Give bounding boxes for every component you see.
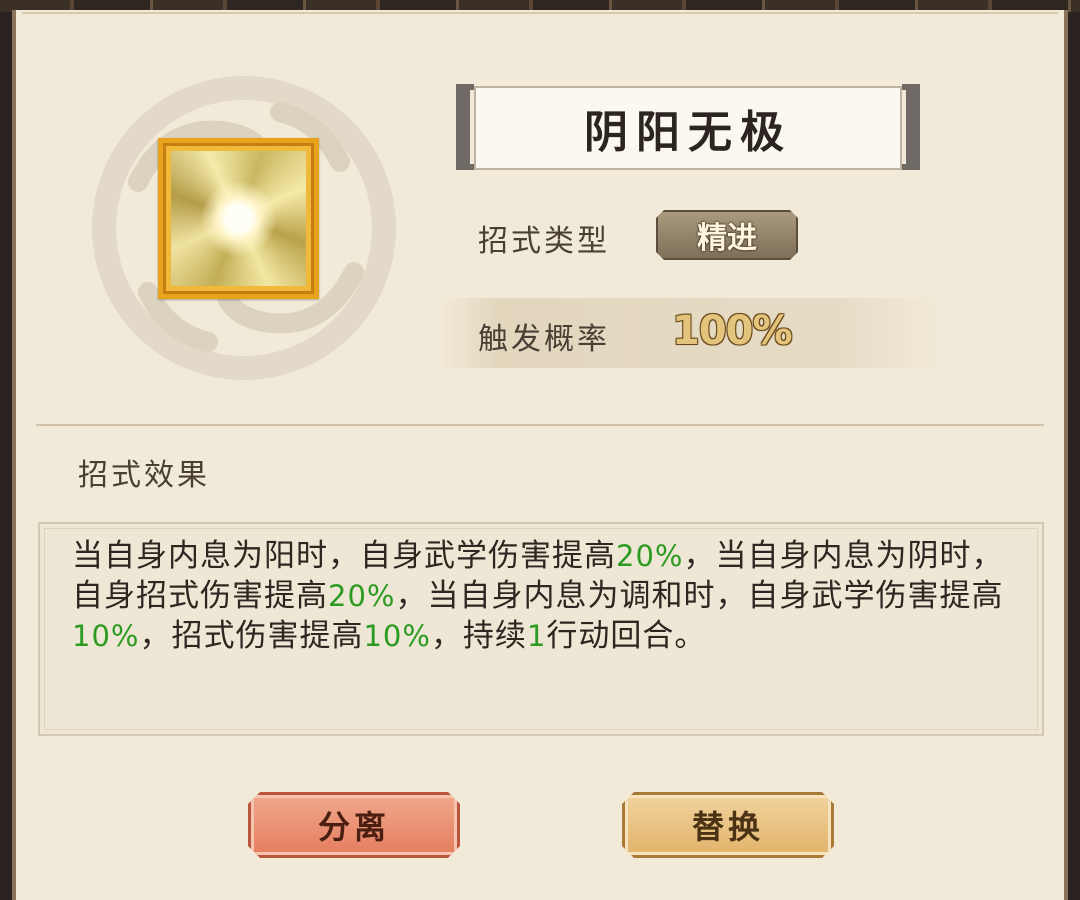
effect-value-highlight: 20% [328, 579, 396, 613]
skill-name: 阴阳无极 [584, 107, 792, 158]
rate-label: 触发概率 [478, 322, 610, 357]
effect-text-segment: 当自身内息为阳时，自身武学伤害提高 [72, 538, 616, 574]
effect-text-segment: ，持续 [430, 618, 527, 654]
effect-description: 当自身内息为阳时，自身武学伤害提高20%，当自身内息为阴时，自身招式伤害提高20… [72, 536, 1012, 656]
type-badge: 精进 [656, 210, 798, 260]
divider [36, 424, 1044, 426]
bracket-right-icon [902, 84, 920, 170]
yin-yang-swirl-icon [171, 151, 306, 286]
type-label: 招式类型 [478, 224, 610, 259]
effect-value-highlight: 20% [616, 539, 684, 573]
type-value: 精进 [697, 221, 757, 256]
replace-button[interactable]: 替换 [622, 792, 834, 858]
separate-button[interactable]: 分离 [248, 792, 460, 858]
effect-box: 当自身内息为阳时，自身武学伤害提高20%，当自身内息为阴时，自身招式伤害提高20… [38, 522, 1044, 736]
effect-value-highlight: 1 [526, 619, 547, 653]
effect-text-segment: ，当自身内息为调和时，自身武学伤害提高 [395, 578, 1004, 614]
effect-heading: 招式效果 [78, 458, 210, 493]
title-plaque-body: 阴阳无极 [474, 86, 902, 170]
bracket-left-icon [456, 84, 474, 170]
effect-text-segment: 行动回合。 [546, 618, 707, 654]
skill-icon-frame [158, 138, 319, 299]
effect-text-segment: ，招式伤害提高 [139, 618, 364, 654]
effect-value-highlight: 10% [363, 619, 431, 653]
effect-value-highlight: 10% [72, 619, 140, 653]
title-plaque: 阴阳无极 [448, 74, 928, 184]
rate-value: 100% [672, 308, 793, 354]
panel-top-border [22, 12, 1058, 14]
